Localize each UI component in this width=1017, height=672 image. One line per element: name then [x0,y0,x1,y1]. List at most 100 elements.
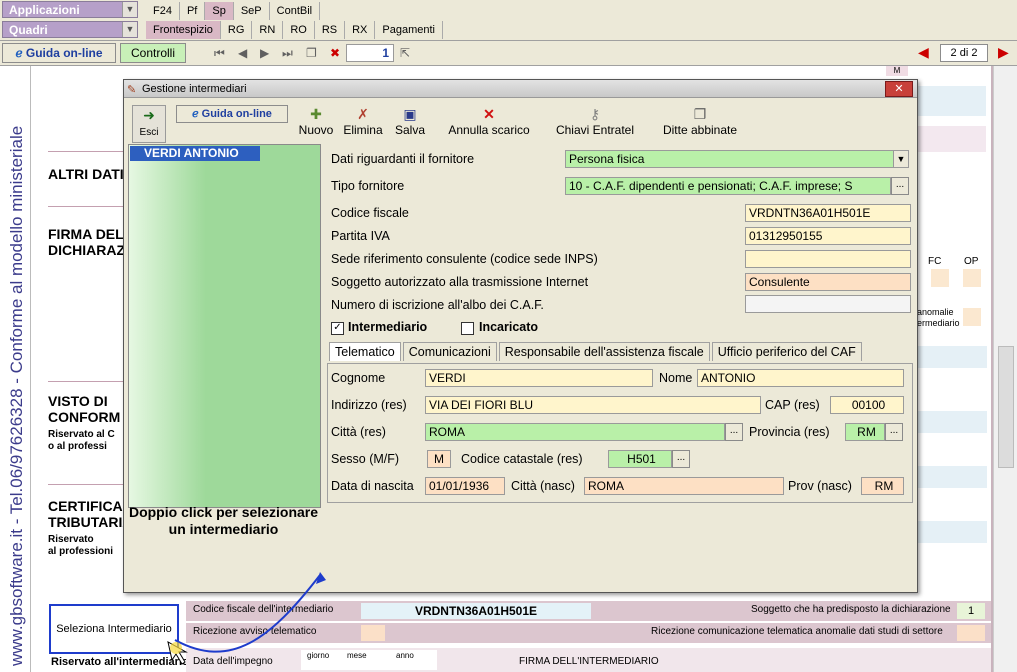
tab-f24[interactable]: F24 [146,2,180,20]
catastale-field[interactable]: H501 [608,450,672,468]
page-count-display: 2 di 2 [940,44,988,62]
esci-button[interactable]: ➜ Esci [132,105,166,143]
soggetto-predisposto-value[interactable]: 1 [957,603,985,619]
quadri-tabs: Frontespizio RG RN RO RS RX Pagamenti [146,21,443,39]
tab-telematico[interactable]: Telematico [329,342,401,361]
tab-rs[interactable]: RS [314,21,346,39]
intermediari-list[interactable]: VERDI ANTONIO [128,144,321,508]
annulla-scarico-button[interactable]: ✕ Annulla scarico [440,105,538,141]
windows-icon: ❐ [693,106,707,122]
guida-online-button[interactable]: ℯ Guida on-line [2,43,116,63]
sede-inps-field[interactable] [745,250,911,268]
dati-fornitore-value: Persona fisica [569,152,645,166]
giorno-label: giorno [307,651,330,660]
nome-field[interactable]: ANTONIO [697,369,904,387]
anomalie-cell[interactable] [963,308,981,326]
incaricato-checkbox[interactable] [461,322,474,335]
applicazioni-combo[interactable]: Applicazioni ▼ [2,1,138,18]
last-page-icon[interactable]: ⏭ [282,46,293,61]
vertical-scrollbar[interactable] [993,66,1017,672]
page-number-input[interactable]: 1 [346,44,394,62]
firma-intermediario-label: FIRMA DELL'INTERMEDIARIO [519,656,659,667]
tab-sep[interactable]: SeP [233,2,270,20]
tab-ufficio[interactable]: Ufficio periferico del CAF [711,342,862,361]
seleziona-intermediario-button[interactable]: Seleziona Intermediario [49,604,179,654]
right-box-5 [917,466,987,488]
tab-contbil[interactable]: ContBil [269,2,321,20]
cap-field[interactable]: 00100 [830,396,904,414]
controlli-button[interactable]: Controlli [120,43,186,63]
top-menu-bar: Applicazioni ▼ Quadri ▼ F24 Pf Sp SeP ContBi… [0,0,1017,41]
elimina-button[interactable]: ✗ Elimina [340,105,386,141]
tab-rx[interactable]: RX [345,21,376,39]
prov-nascita-field[interactable]: RM [861,477,904,495]
citta-lookup-button[interactable]: ... [725,423,743,441]
anno-label: anno [396,651,414,660]
page-back-icon[interactable]: ◀ [918,44,929,61]
visto-sub-2: o al professi [48,441,107,452]
partita-iva-field[interactable]: 01312950155 [745,227,911,245]
list-item[interactable]: VERDI ANTONIO [130,146,260,161]
mese-label: mese [347,651,367,660]
albo-caf-field[interactable] [745,295,911,313]
tab-responsabile[interactable]: Responsabile dell'assistenza fiscale [498,342,710,361]
tab-pagamenti[interactable]: Pagamenti [375,21,443,39]
ricezione-avviso-cell[interactable] [361,625,385,641]
indirizzo-field[interactable]: VIA DEI FIORI BLU [425,396,761,414]
cognome-field[interactable]: VERDI [425,369,653,387]
fc-cell[interactable] [931,269,949,287]
tab-frontespizio[interactable]: Frontespizio [146,21,221,39]
provincia-lookup-button[interactable]: ... [885,423,903,441]
data-nascita-field[interactable]: 01/01/1936 [425,477,505,495]
tab-rg[interactable]: RG [220,21,253,39]
nuovo-button[interactable]: ✚ Nuovo [294,105,338,141]
quadri-combo[interactable]: Quadri ▼ [2,21,138,38]
save-icon: ▣ [403,106,417,122]
dialog-guida-label: Guida on-line [201,108,272,120]
fc-label: FC [928,256,942,267]
tipo-fornitore-field[interactable]: 10 - C.A.F. dipendenti e pensionati; C.A… [565,177,891,195]
dati-fornitore-label: Dati riguardanti il fornitore [331,152,475,166]
prev-page-icon[interactable]: ◀ [238,46,247,60]
chiavi-entratel-button[interactable]: ⚷ Chiavi Entratel [548,105,642,141]
delete-page-icon[interactable]: ✖ [330,46,340,60]
intermediario-label: Intermediario [348,320,428,334]
goto-page-icon[interactable]: ⇱ [400,46,410,60]
page-forward-icon[interactable]: ▶ [998,44,1009,61]
close-icon[interactable]: ✕ [885,81,913,97]
tab-rn[interactable]: RN [252,21,284,39]
cf-intermediario-value[interactable]: VRDNTN36A01H501E [361,603,591,619]
chevron-down-icon[interactable]: ▼ [122,2,137,17]
sesso-field[interactable]: M [427,450,451,468]
op-cell[interactable] [963,269,981,287]
chevron-down-icon[interactable]: ▼ [122,22,137,37]
salva-label: Salva [394,123,426,137]
tab-comunicazioni[interactable]: Comunicazioni [402,342,497,361]
chevron-down-icon[interactable]: ▼ [893,151,908,167]
copy-page-icon[interactable]: ❐ [306,46,317,60]
intermediario-checkbox[interactable]: ✓ [331,322,344,335]
guida-online-label: Guida on-line [25,46,103,60]
catastale-lookup-button[interactable]: ... [672,450,690,468]
provincia-field[interactable]: RM [845,423,885,441]
esci-label: Esci [139,127,159,138]
soggetto-autorizzato-field[interactable]: Consulente [745,273,911,291]
sesso-label: Sesso (M/F) [331,452,400,466]
scrollbar-thumb[interactable] [998,346,1014,468]
cert-sub-2: al professioni [48,546,114,557]
tipo-fornitore-lookup-button[interactable]: ... [891,177,909,195]
tab-pf[interactable]: Pf [179,2,206,20]
next-page-icon[interactable]: ▶ [260,46,269,60]
tab-ro[interactable]: RO [283,21,315,39]
ricezione-anomalie-cell[interactable] [957,625,985,641]
cancel-icon: ✕ [483,106,495,122]
citta-nascita-field[interactable]: ROMA [584,477,784,495]
codice-fiscale-field[interactable]: VRDNTN36A01H501E [745,204,911,222]
citta-field[interactable]: ROMA [425,423,725,441]
salva-button[interactable]: ▣ Salva [390,105,430,141]
first-page-icon[interactable]: ⏮ [214,46,225,61]
tab-sp[interactable]: Sp [205,2,234,20]
dati-fornitore-select[interactable]: Persona fisica ▼ [565,150,909,168]
dialog-guida-button[interactable]: ℯ Guida on-line [176,105,288,123]
ditte-abbinate-button[interactable]: ❐ Ditte abbinate [650,105,750,141]
